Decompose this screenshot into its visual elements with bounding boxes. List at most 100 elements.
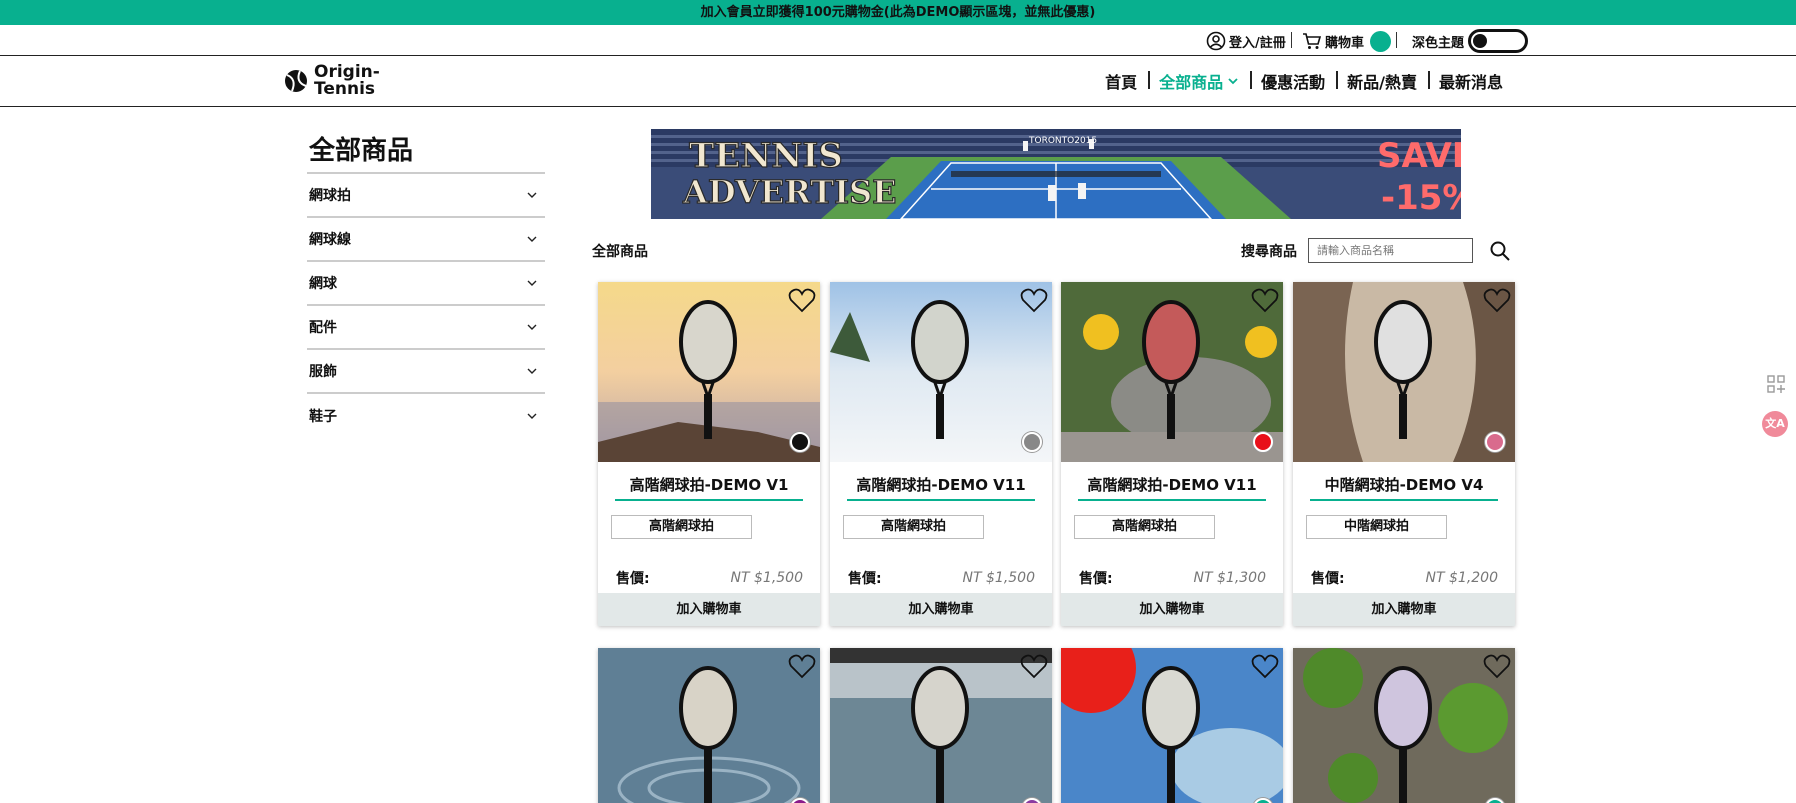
category-sidebar: 全部商品 網球拍 網球線 網球 配件 服飾 鞋子 <box>307 134 545 438</box>
login-label: 登入/註冊 <box>1229 35 1286 51</box>
chevron-down-icon <box>1228 78 1238 85</box>
product-card[interactable] <box>1293 648 1515 803</box>
add-to-cart-button[interactable]: 加入購物車 <box>1061 593 1283 626</box>
product-name[interactable]: 中階網球拍-DEMO V4 <box>1310 474 1498 501</box>
search-input[interactable] <box>1308 238 1473 263</box>
product-category-tag: 中階網球拍 <box>1306 515 1447 539</box>
heart-icon[interactable] <box>1251 287 1279 313</box>
category-apparel[interactable]: 服飾 <box>307 350 545 394</box>
product-card[interactable] <box>598 648 820 803</box>
product-image[interactable] <box>1061 648 1283 803</box>
price-value: NT $1,500 <box>730 569 803 586</box>
add-to-cart-button[interactable]: 加入購物車 <box>830 593 1052 626</box>
nav-all-products-label: 全部商品 <box>1159 73 1224 92</box>
brand-name: Origin- Tennis <box>314 64 384 98</box>
racket-image <box>911 300 969 439</box>
nav-news[interactable]: 最新消息 <box>1427 69 1514 93</box>
nav-new-hot[interactable]: 新品/熱賣 <box>1336 69 1428 93</box>
heart-icon[interactable] <box>1483 287 1511 313</box>
login-link[interactable]: 登入/註冊 <box>1206 30 1286 52</box>
product-image[interactable] <box>1061 282 1283 462</box>
add-to-cart-button[interactable]: 加入購物車 <box>1293 593 1515 626</box>
product-card[interactable]: 高階網球拍-DEMO V11 高階網球拍 售價: NT $1,500 加入購物車 <box>830 282 1052 626</box>
price-value: NT $1,300 <box>1193 569 1266 586</box>
brand-logo[interactable]: Origin- Tennis <box>284 64 384 98</box>
nav-all-products[interactable]: 全部商品 <box>1148 69 1250 93</box>
price-row: 售價: NT $1,300 <box>1079 569 1266 587</box>
translate-icon[interactable]: 文A <box>1762 411 1788 437</box>
product-card[interactable]: 中階網球拍-DEMO V4 中階網球拍 售價: NT $1,200 加入購物車 <box>1293 282 1515 626</box>
search-label: 搜尋商品 <box>1241 244 1297 260</box>
chevron-down-icon <box>527 413 537 419</box>
category-rackets[interactable]: 網球拍 <box>307 174 545 218</box>
heart-icon[interactable] <box>1483 653 1511 679</box>
banner-discount-text: -15% <box>1381 178 1461 218</box>
product-card[interactable]: 高階網球拍-DEMO V11 高階網球拍 售價: NT $1,300 加入購物車 <box>1061 282 1283 626</box>
color-swatch[interactable] <box>1022 432 1042 452</box>
price-value: NT $1,200 <box>1425 569 1498 586</box>
brand-line-2: Tennis <box>314 79 376 99</box>
category-balls[interactable]: 網球 <box>307 262 545 306</box>
price-row: 售價: NT $1,500 <box>616 569 803 587</box>
chevron-down-icon <box>527 368 537 374</box>
racket-image <box>1142 666 1200 803</box>
product-card[interactable] <box>830 648 1052 803</box>
product-card[interactable] <box>1061 648 1283 803</box>
chevron-down-icon <box>527 236 537 242</box>
product-image[interactable] <box>598 648 820 803</box>
heart-icon[interactable] <box>1020 287 1048 313</box>
cart-icon <box>1303 33 1322 49</box>
price-value: NT $1,500 <box>962 569 1035 586</box>
cart-link[interactable]: 購物車 <box>1302 30 1392 52</box>
toggle-knob <box>1473 34 1488 48</box>
racket-image <box>911 666 969 803</box>
nav-promotions[interactable]: 優惠活動 <box>1250 69 1336 93</box>
color-swatch[interactable] <box>1485 432 1505 452</box>
listing-title: 全部商品 <box>592 244 648 260</box>
racket-image <box>1142 300 1200 439</box>
category-label: 網球線 <box>309 232 351 248</box>
category-accessories[interactable]: 配件 <box>307 306 545 350</box>
price-label: 售價: <box>1079 570 1113 587</box>
main-navbar: Origin- Tennis 首頁 全部商品 優惠活動 新品/熱賣 最新消息 <box>0 56 1796 107</box>
product-image[interactable] <box>598 282 820 462</box>
category-label: 網球拍 <box>309 188 351 204</box>
dark-mode-toggle[interactable] <box>1468 29 1529 53</box>
chevron-down-icon <box>527 280 537 286</box>
ad-banner[interactable]: TORONTO2015 TENNIS ADVERTISE SAVE -15% <box>651 129 1461 219</box>
cart-label: 購物車 <box>1325 35 1365 51</box>
product-image[interactable] <box>1293 282 1515 462</box>
product-category-tag: 高階網球拍 <box>843 515 984 539</box>
color-swatch[interactable] <box>1253 432 1273 452</box>
apps-icon[interactable] <box>1764 372 1788 396</box>
product-image[interactable] <box>1293 648 1515 803</box>
heart-icon[interactable] <box>1251 653 1279 679</box>
product-image[interactable] <box>830 282 1052 462</box>
banner-title-1: TENNIS <box>689 136 843 176</box>
heart-icon[interactable] <box>788 653 816 679</box>
product-name[interactable]: 高階網球拍-DEMO V1 <box>615 474 803 501</box>
category-strings[interactable]: 網球線 <box>307 218 545 262</box>
category-label: 網球 <box>309 276 337 292</box>
product-image[interactable] <box>830 648 1052 803</box>
add-to-cart-button[interactable]: 加入購物車 <box>598 593 820 626</box>
product-name[interactable]: 高階網球拍-DEMO V11 <box>1078 474 1266 501</box>
product-card[interactable]: 高階網球拍-DEMO V1 高階網球拍 售價: NT $1,500 加入購物車 <box>598 282 820 626</box>
category-shoes[interactable]: 鞋子 <box>307 394 545 438</box>
banner-board-text: TORONTO2015 <box>1028 136 1097 146</box>
sidebar-title: 全部商品 <box>307 134 545 174</box>
nav-home[interactable]: 首頁 <box>1094 69 1148 93</box>
user-icon <box>1206 31 1226 51</box>
search-icon[interactable] <box>1489 240 1511 262</box>
tennis-court-banner-image: TORONTO2015 TENNIS ADVERTISE SAVE -15% <box>651 129 1461 219</box>
color-swatch[interactable] <box>790 432 810 452</box>
banner-title-2: ADVERTISE <box>682 173 897 211</box>
utility-bar: 登入/註冊 購物車 深色主題 <box>0 25 1796 56</box>
racket-image <box>1374 666 1432 803</box>
product-name[interactable]: 高階網球拍-DEMO V11 <box>847 474 1035 501</box>
chevron-down-icon <box>527 324 537 330</box>
heart-icon[interactable] <box>1020 653 1048 679</box>
cart-count-badge <box>1370 30 1392 52</box>
heart-icon[interactable] <box>788 287 816 313</box>
racket-image <box>679 300 737 439</box>
